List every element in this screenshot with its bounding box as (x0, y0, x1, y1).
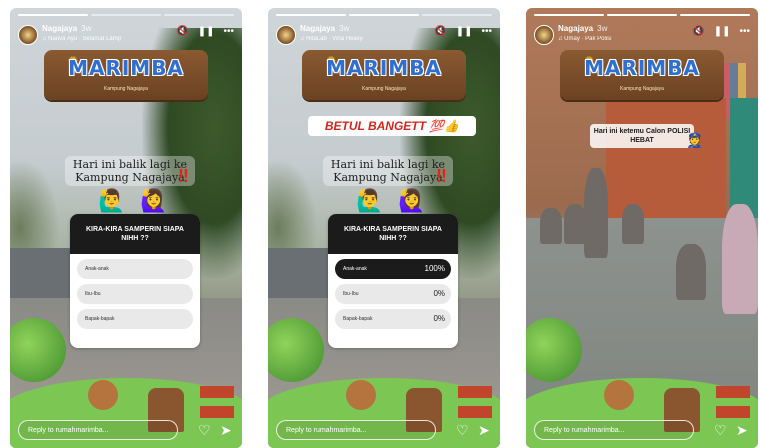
child (564, 204, 586, 244)
quiz-percent: 0% (433, 314, 445, 323)
story-card-1[interactable]: Nagajaya 3w ♫ Nauva Ayu · Selamat Lamp 🔇 … (10, 8, 242, 448)
man-emoji-icon: 🙋‍♂️ (356, 188, 384, 213)
story-card-3[interactable]: Nagajaya 3w ♫ Umay · Pak Polisi 🔇 ❚❚ ••• … (526, 8, 758, 448)
heart-icon[interactable]: ♡ (198, 422, 211, 439)
username[interactable]: Nagajaya 3w (300, 24, 349, 33)
quiz-option[interactable]: Bapak-bapak 0% (335, 309, 451, 329)
heart-icon[interactable]: ♡ (456, 422, 469, 439)
quiz-sticker: KIRA-KIRA SAMPERIN SIAPA NIHH ?? Anak-an… (328, 214, 458, 348)
monkey-decoration (604, 380, 634, 410)
pause-icon[interactable]: ❚❚ (198, 26, 215, 37)
username[interactable]: Nagajaya 3w (42, 24, 91, 33)
reply-input[interactable]: Reply to rumahmarimba... (276, 420, 436, 440)
reply-input[interactable]: Reply to rumahmarimba... (534, 420, 694, 440)
progress-bars (18, 14, 234, 16)
pause-icon[interactable]: ❚❚ (456, 26, 473, 37)
text-sticker: Hari ini ketemu Calon POLISI HEBAT (590, 124, 694, 148)
music-label[interactable]: ♫ Nauva Ayu · Selamat Lamp (42, 36, 121, 42)
quiz-option[interactable]: Ibu-Ibu 0% (335, 284, 451, 304)
child (676, 244, 706, 300)
monkey-decoration (346, 380, 376, 410)
music-label[interactable]: ♫ HitaLab · Vina Heavy (300, 36, 363, 42)
pause-icon[interactable]: ❚❚ (714, 26, 731, 37)
child (622, 204, 644, 244)
exclamation-icon: ‼ (178, 166, 189, 186)
story-header: Nagajaya 3w ♫ HitaLab · Vina Heavy 🔇 ❚❚ •… (276, 22, 492, 50)
adult (722, 204, 758, 314)
quiz-sticker: KIRA-KIRA SAMPERIN SIAPA NIHH ?? Anak-an… (70, 214, 200, 348)
woman-emoji-icon: 🙋‍♀️ (398, 188, 426, 213)
story-caption: Hari ini balik lagi ke Kampung Nagajaya (323, 156, 453, 186)
heart-icon[interactable]: ♡ (714, 422, 727, 439)
quiz-question: KIRA-KIRA SAMPERIN SIAPA NIHH ?? (328, 214, 458, 254)
story-header: Nagajaya 3w ♫ Nauva Ayu · Selamat Lamp 🔇 … (18, 22, 234, 50)
text-sticker: BETUL BANGETT 💯👍 (308, 116, 476, 136)
post-time: 3w (339, 24, 350, 33)
child (540, 208, 562, 244)
mute-icon[interactable]: 🔇 (692, 26, 704, 37)
progress-bars (276, 14, 492, 16)
story-card-2[interactable]: Nagajaya 3w ♫ HitaLab · Vina Heavy 🔇 ❚❚ •… (268, 8, 500, 448)
marimba-logo: ✺ MARIMBA Kampung Nagajaya (44, 50, 208, 100)
quiz-question: KIRA-KIRA SAMPERIN SIAPA NIHH ?? (70, 214, 200, 254)
mute-icon[interactable]: 🔇 (176, 26, 188, 37)
quiz-percent: 100% (424, 264, 445, 273)
reply-input[interactable]: Reply to rumahmarimba... (18, 420, 178, 440)
mute-icon[interactable]: 🔇 (434, 26, 446, 37)
marimba-logo: ✺ MARIMBA Kampung Nagajaya (302, 50, 466, 100)
door (730, 98, 758, 218)
child (584, 168, 608, 258)
story-header: Nagajaya 3w ♫ Umay · Pak Polisi 🔇 ❚❚ ••• (534, 22, 750, 50)
quiz-option[interactable]: Anak-anak 100% (335, 259, 451, 279)
send-icon[interactable]: ➤ (220, 422, 232, 439)
wall (606, 98, 726, 218)
marimba-logo: ✺ MARIMBA Kampung Nagajaya (560, 50, 724, 100)
woman-emoji-icon: 🙋‍♀️ (140, 188, 168, 213)
post-time: 3w (81, 24, 92, 33)
quiz-percent: 0% (433, 289, 445, 298)
quiz-option[interactable]: Anak-anak (77, 259, 193, 279)
quiz-option[interactable]: Ibu-Ibu (77, 284, 193, 304)
post-time: 3w (597, 24, 608, 33)
monkey-decoration (88, 380, 118, 410)
exclamation-icon: ‼ (436, 166, 447, 186)
more-icon[interactable]: ••• (739, 26, 750, 37)
avatar[interactable] (276, 25, 296, 45)
quiz-option[interactable]: Bapak-bapak (77, 309, 193, 329)
send-icon[interactable]: ➤ (736, 422, 748, 439)
police-emoji-icon: 👮 (686, 132, 704, 148)
progress-bars (534, 14, 750, 16)
avatar[interactable] (534, 25, 554, 45)
story-caption: Hari ini balik lagi ke Kampung Nagajaya (65, 156, 195, 186)
man-emoji-icon: 🙋‍♂️ (98, 188, 126, 213)
username[interactable]: Nagajaya 3w (558, 24, 607, 33)
avatar[interactable] (18, 25, 38, 45)
send-icon[interactable]: ➤ (478, 422, 490, 439)
music-label[interactable]: ♫ Umay · Pak Polisi (558, 36, 612, 42)
more-icon[interactable]: ••• (223, 26, 234, 37)
more-icon[interactable]: ••• (481, 26, 492, 37)
